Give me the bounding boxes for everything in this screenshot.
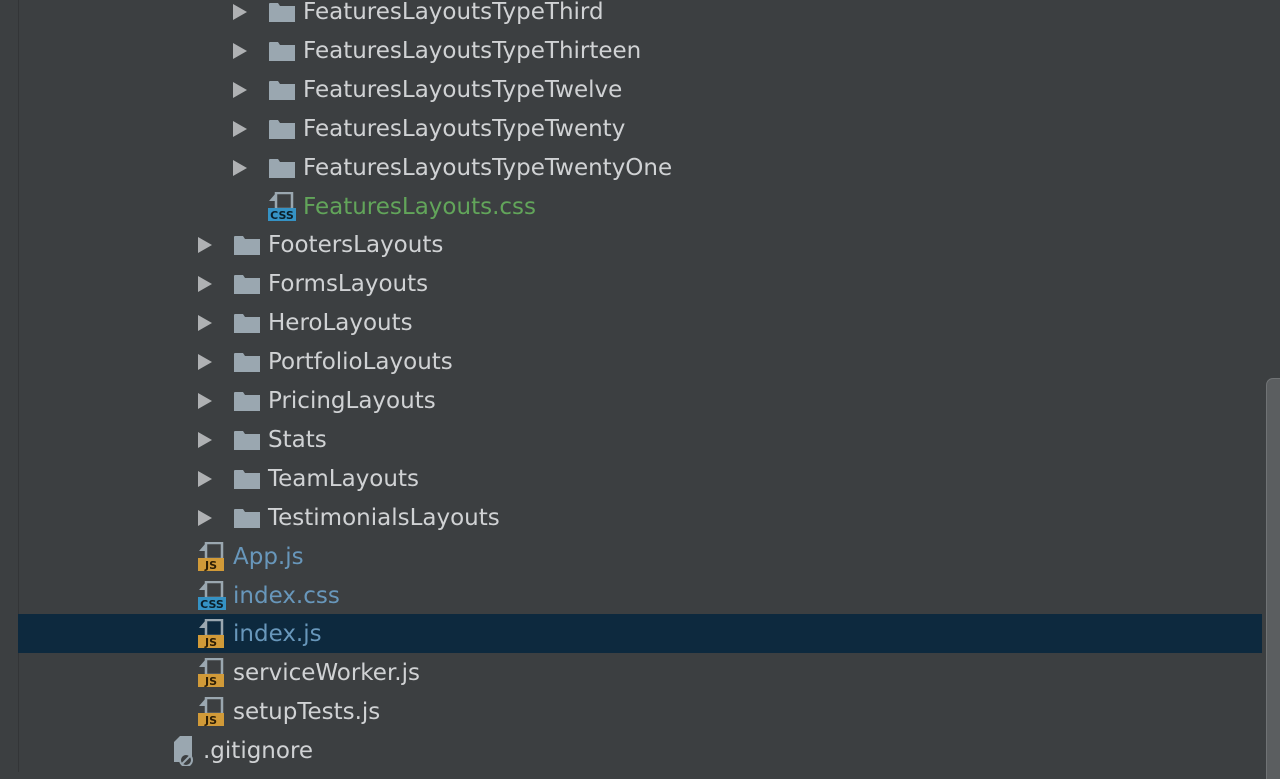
tree-file-row[interactable]: JS setupTests.js	[18, 692, 1262, 731]
tree-folder-row[interactable]: Stats	[18, 420, 1262, 459]
scrollbar-thumb[interactable]	[1266, 378, 1280, 779]
folder-icon	[233, 430, 261, 451]
tree-item-label: FootersLayouts	[268, 232, 444, 259]
tree-item-label: serviceWorker.js	[233, 660, 420, 687]
expand-arrow-icon[interactable]	[198, 237, 212, 254]
tree-item-label: FeaturesLayouts.css	[303, 193, 536, 220]
tree-folder-row[interactable]: FeaturesLayoutsTypeTwelve	[18, 70, 1262, 109]
tree-folder-row[interactable]: PricingLayouts	[18, 381, 1262, 420]
css-file-icon: CSS	[198, 580, 226, 611]
expand-arrow-icon[interactable]	[198, 315, 212, 332]
expand-arrow-icon[interactable]	[198, 393, 212, 409]
tree-file-row[interactable]: .gitignore	[18, 731, 1262, 770]
expand-arrow-icon[interactable]	[233, 120, 247, 137]
tree-item-label: App.js	[233, 543, 304, 570]
tree-item-label: .gitignore	[203, 738, 314, 765]
tree-folder-row[interactable]: FeaturesLayoutsTypeThirteen	[18, 31, 1262, 70]
project-tree[interactable]: FeaturesLayoutsTypeThird FeaturesLayoutsT…	[18, 0, 1262, 772]
folder-icon	[268, 2, 296, 23]
tree-item-label: FeaturesLayoutsTypeThird	[303, 0, 604, 25]
folder-icon	[233, 508, 261, 529]
js-file-icon: JS	[198, 619, 226, 649]
svg-text:JS: JS	[204, 675, 217, 688]
expand-arrow-icon[interactable]	[233, 159, 247, 176]
tree-item-label: PortfolioLayouts	[268, 349, 453, 376]
tree-item-label: TestimonialsLayouts	[268, 504, 500, 531]
svg-text:JS: JS	[204, 714, 217, 727]
expand-arrow-icon[interactable]	[233, 42, 247, 59]
svg-text:JS: JS	[204, 636, 217, 649]
tree-folder-row[interactable]: FeaturesLayoutsTypeTwentyOne	[18, 148, 1262, 187]
tree-folder-row[interactable]: FeaturesLayoutsTypeTwenty	[18, 109, 1262, 148]
svg-text:JS: JS	[204, 559, 217, 572]
tree-file-row[interactable]: CSS FeaturesLayouts.css	[18, 187, 1262, 226]
tree-file-row[interactable]: JS App.js	[18, 537, 1262, 576]
tree-file-row[interactable]: CSS index.css	[18, 576, 1262, 615]
tree-item-label: FeaturesLayoutsTypeTwelve	[303, 76, 623, 103]
vertical-scrollbar[interactable]	[1262, 0, 1280, 779]
tree-item-label: FeaturesLayoutsTypeTwenty	[303, 115, 626, 142]
expand-arrow-icon[interactable]	[198, 354, 212, 371]
tree-folder-row[interactable]: PortfolioLayouts	[18, 342, 1262, 381]
expand-arrow-icon[interactable]	[233, 81, 247, 98]
tree-item-label: setupTests.js	[233, 699, 381, 726]
expand-arrow-icon[interactable]	[198, 276, 212, 293]
expand-arrow-icon[interactable]	[198, 470, 212, 487]
tree-folder-row[interactable]: TeamLayouts	[18, 459, 1262, 498]
js-file-icon: JS	[198, 658, 226, 688]
js-file-icon: JS	[198, 541, 226, 572]
expand-arrow-icon[interactable]	[198, 431, 212, 448]
folder-icon	[233, 274, 261, 295]
tree-item-label: FeaturesLayoutsTypeTwentyOne	[303, 154, 673, 181]
expand-arrow-icon[interactable]	[198, 509, 212, 526]
tree-item-label: PricingLayouts	[268, 388, 436, 414]
folder-icon	[233, 391, 261, 412]
gitignore-file-icon	[170, 736, 198, 767]
svg-text:CSS: CSS	[270, 209, 294, 222]
tree-file-row[interactable]: JS serviceWorker.js	[18, 653, 1262, 692]
js-file-icon: JS	[198, 697, 226, 727]
tree-item-label: index.js	[233, 621, 322, 648]
folder-icon	[268, 119, 296, 140]
tree-item-label: HeroLayouts	[268, 310, 413, 337]
folder-icon	[233, 352, 261, 373]
svg-text:CSS: CSS	[200, 598, 224, 611]
tree-item-label: index.css	[233, 582, 340, 609]
css-file-icon: CSS	[268, 191, 296, 222]
tree-item-label: TeamLayouts	[268, 465, 419, 492]
expand-arrow-icon[interactable]	[233, 4, 247, 20]
tool-window-strip	[0, 0, 19, 772]
folder-icon	[233, 313, 261, 334]
folder-icon	[233, 469, 261, 490]
tree-folder-row[interactable]: FormsLayouts	[18, 264, 1262, 303]
tree-item-label: FormsLayouts	[268, 271, 429, 298]
tree-folder-row[interactable]: HeroLayouts	[18, 303, 1262, 342]
tree-folder-row[interactable]: FeaturesLayoutsTypeThird	[18, 0, 1262, 31]
tree-folder-row[interactable]: TestimonialsLayouts	[18, 498, 1262, 537]
folder-icon	[268, 158, 296, 179]
folder-icon	[233, 235, 261, 256]
tree-file-row[interactable]: JS index.js	[18, 614, 1262, 654]
tree-item-label: Stats	[268, 426, 327, 453]
folder-icon	[268, 80, 296, 101]
tree-folder-row[interactable]: FootersLayouts	[18, 225, 1262, 264]
folder-icon	[268, 41, 296, 62]
tree-item-label: FeaturesLayoutsTypeThirteen	[303, 37, 642, 64]
